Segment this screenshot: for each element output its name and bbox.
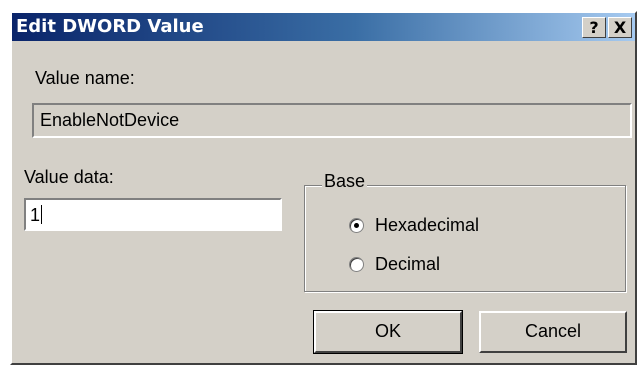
close-button[interactable]: X — [608, 17, 632, 38]
value-data-input[interactable]: 1 — [24, 198, 282, 231]
base-group-legend: Base — [322, 171, 368, 192]
help-button[interactable]: ? — [582, 17, 606, 38]
ok-button[interactable]: OK — [313, 310, 463, 354]
title-bar[interactable]: Edit DWORD Value ? X — [12, 13, 635, 41]
value-name-label: Value name: — [35, 68, 135, 88]
radio-hexadecimal[interactable]: Hexadecimal — [349, 213, 479, 237]
edit-dword-dialog: Edit DWORD Value ? X Value name: EnableN… — [10, 11, 637, 365]
radio-decimal-label[interactable]: Decimal — [375, 254, 440, 275]
dialog-title: Edit DWORD Value — [16, 16, 204, 37]
radio-hexadecimal-label[interactable]: Hexadecimal — [375, 215, 479, 236]
radio-dot-icon — [354, 222, 359, 228]
radio-button-selected-icon[interactable] — [349, 217, 364, 233]
radio-decimal[interactable]: Decimal — [349, 252, 440, 276]
value-data-text: 1 — [30, 205, 41, 225]
base-group: Base Hexadecimal Decimal — [304, 171, 626, 292]
text-cursor — [41, 205, 43, 224]
cancel-button[interactable]: Cancel — [479, 311, 627, 353]
value-name-field: EnableNotDevice — [32, 103, 632, 138]
value-data-label: Value data: — [24, 167, 114, 187]
radio-button-icon[interactable] — [349, 256, 364, 272]
